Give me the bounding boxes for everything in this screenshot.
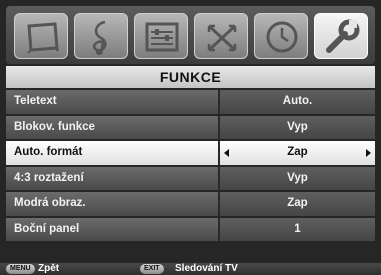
picture-tab[interactable] [14, 13, 68, 59]
arrow-left-icon[interactable] [224, 149, 229, 157]
menu-row-blokov-funkce[interactable]: Blokov. funkce Vyp [6, 115, 375, 139]
picture-icon [27, 22, 59, 54]
exit-key-badge: EXIT [140, 264, 164, 274]
setup-icon [145, 22, 179, 52]
menu-row-auto-format[interactable]: Auto. formát Zap [6, 141, 375, 165]
menu-row-bocni-panel[interactable]: Boční panel 1 [6, 217, 375, 241]
setup-tab[interactable] [134, 13, 188, 59]
row-label: Teletext [6, 90, 220, 114]
row-label: Auto. formát [6, 141, 220, 165]
menu-key-badge: MENU [6, 264, 35, 274]
connections-icon [207, 24, 237, 52]
menu-title: FUNKCE [6, 66, 375, 88]
features-wrench-icon [326, 19, 360, 53]
row-value[interactable]: Vyp [220, 115, 375, 139]
timer-icon [266, 21, 298, 53]
menu-row-43-roztazeni[interactable]: 4:3 roztažení Vyp [6, 166, 375, 190]
row-value[interactable]: Vyp [220, 166, 375, 190]
menu-row-modra-obraz[interactable]: Modrá obraz. Zap [6, 192, 375, 216]
exit-key-text: Sledování TV [175, 263, 238, 274]
menu-rows: Teletext Auto. Blokov. funkce Vyp Auto. … [6, 90, 375, 243]
help-bar: MENU Zpět EXIT Sledování TV [0, 263, 381, 275]
row-value[interactable]: Zap [220, 192, 375, 216]
timer-tab[interactable] [254, 13, 308, 59]
menu-icon-bar [6, 6, 375, 64]
menu-row-teletext[interactable]: Teletext Auto. [6, 90, 375, 114]
menu-key-text: Zpět [38, 263, 60, 274]
connections-tab[interactable] [194, 13, 248, 59]
row-label: Modrá obraz. [6, 192, 220, 216]
row-label: 4:3 roztažení [6, 166, 220, 190]
row-value[interactable]: 1 [220, 217, 375, 241]
tv-menu-frame: FUNKCE Teletext Auto. Blokov. funkce Vyp… [0, 0, 381, 275]
features-tab[interactable] [314, 13, 368, 59]
row-value-selector[interactable]: Zap [220, 141, 375, 165]
sound-tab[interactable] [74, 13, 128, 59]
sound-icon [92, 20, 107, 55]
row-label: Blokov. funkce [6, 115, 220, 139]
arrow-right-icon[interactable] [366, 149, 371, 157]
row-value: Zap [287, 146, 308, 158]
row-label: Boční panel [6, 217, 220, 241]
row-value[interactable]: Auto. [220, 90, 375, 114]
